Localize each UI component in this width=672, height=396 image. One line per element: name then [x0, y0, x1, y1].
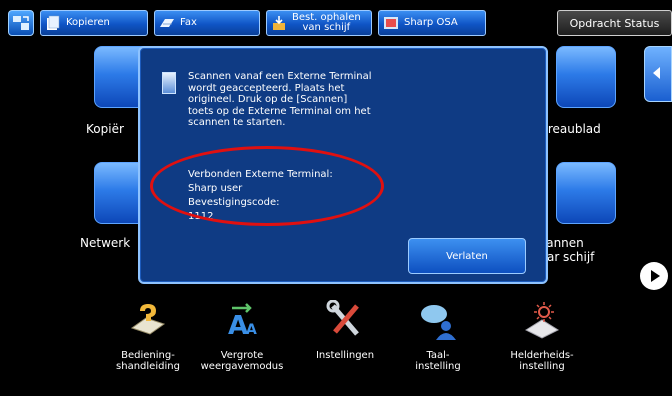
tab-best-ophalen-label: Best. ophalen van schijf — [292, 12, 361, 33]
side-panel-tab[interactable] — [644, 46, 672, 102]
fax-icon — [160, 19, 174, 27]
tab-kopieren[interactable]: Kopieren — [40, 10, 148, 36]
manual-button[interactable]: Bediening- shandleiding — [100, 300, 196, 372]
network-tile-label: Netwerk — [80, 236, 131, 250]
svg-text:A: A — [246, 322, 257, 338]
brightness-icon — [524, 302, 560, 339]
language-label: Taal- instelling — [415, 350, 461, 372]
enlarge-text-icon: A A — [228, 303, 257, 341]
top-bar: Kopieren Fax Best. ophalen van schijf Sh… — [0, 0, 672, 40]
exit-button[interactable]: Verlaten — [408, 238, 526, 274]
settings-label: Instellingen — [315, 350, 375, 361]
language-icon — [421, 305, 456, 340]
copy-tile-label: Kopiër — [86, 122, 124, 136]
scan-to-hdd-tile[interactable] — [556, 162, 616, 224]
tools-icon — [326, 299, 359, 336]
chevron-left-icon — [653, 67, 660, 79]
job-status-button[interactable]: Opdracht Status — [557, 10, 672, 36]
home-button[interactable] — [8, 10, 34, 36]
language-button[interactable]: Taal- instelling — [398, 300, 478, 372]
enlarge-mode-label: Vergrote weergavemodus — [200, 350, 284, 372]
dialog-message: Scannen vanaf een Externe Terminal wordt… — [188, 71, 372, 128]
tab-best-ophalen[interactable]: Best. ophalen van schijf — [266, 10, 372, 36]
highlight-ellipse — [150, 146, 384, 226]
brightness-label: Helderheids- instelling — [510, 350, 574, 372]
brightness-button[interactable]: Helderheids- instelling — [492, 300, 592, 372]
terminal-icon — [162, 72, 176, 94]
enlarge-mode-button[interactable]: A A Vergrote weergavemodus — [192, 300, 292, 372]
copy-icon — [47, 15, 60, 30]
next-page-button[interactable] — [640, 262, 668, 290]
settings-button[interactable]: Instellingen — [300, 299, 390, 361]
play-right-icon — [651, 270, 660, 282]
retrieve-file-icon — [273, 16, 285, 30]
tab-sharp-osa[interactable]: Sharp OSA — [378, 10, 486, 36]
osa-icon — [384, 17, 398, 29]
tab-sharp-osa-label: Sharp OSA — [404, 17, 458, 28]
manual-book-icon — [130, 304, 166, 335]
tab-kopieren-label: Kopieren — [66, 17, 110, 28]
tab-fax[interactable]: Fax — [154, 10, 260, 36]
tab-fax-label: Fax — [180, 17, 197, 28]
manual-label: Bediening- shandleiding — [116, 350, 180, 372]
desktop-tile[interactable] — [556, 46, 616, 108]
home-icon — [13, 16, 29, 30]
